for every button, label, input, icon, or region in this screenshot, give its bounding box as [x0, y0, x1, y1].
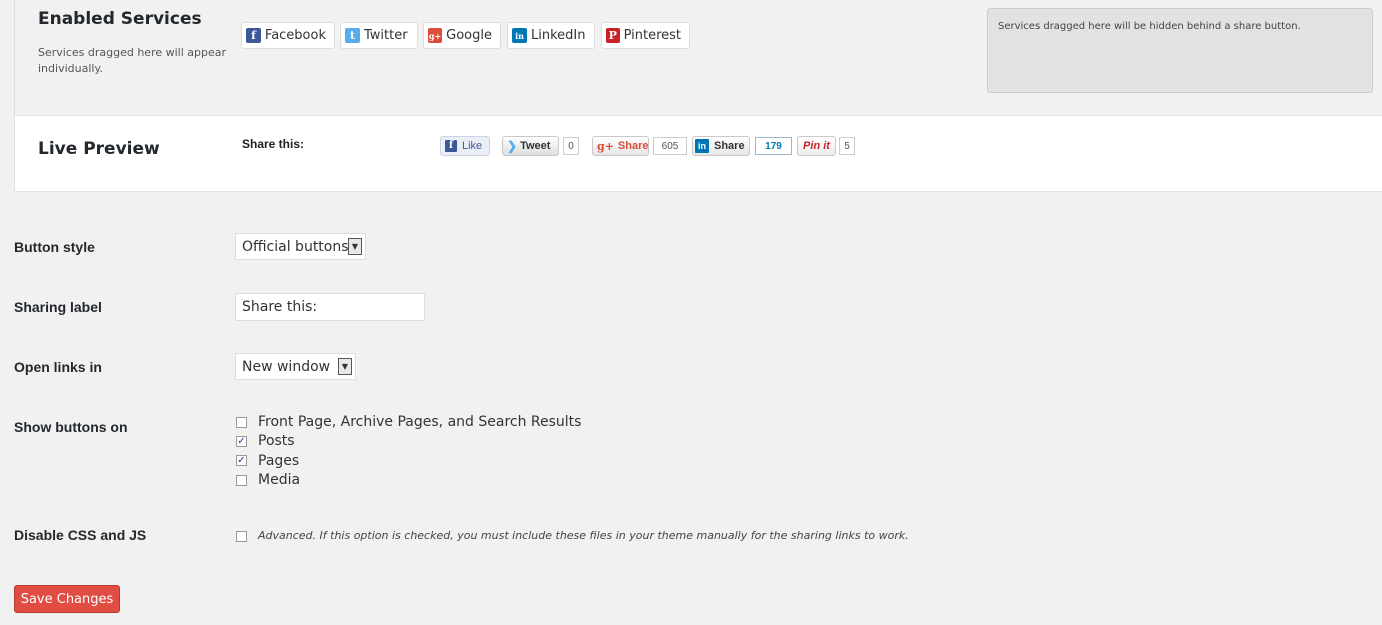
checkbox-posts-label: Posts — [258, 433, 295, 449]
button-style-label: Button style — [14, 239, 95, 255]
disable-css-label: Disable CSS and JS — [14, 527, 147, 543]
preview-linkedin-share-button[interactable]: in Share — [692, 136, 750, 156]
service-google[interactable]: g+ Google — [423, 22, 501, 49]
checkbox-front-page[interactable] — [236, 417, 247, 428]
twitter-icon: t — [345, 28, 360, 43]
checkbox-posts[interactable]: ✓ — [236, 436, 247, 447]
service-twitter[interactable]: t Twitter — [340, 22, 418, 49]
preview-gplus-share-button[interactable]: g+ Share — [592, 136, 649, 156]
twitter-icon: ❯ — [507, 139, 518, 153]
pinterest-icon: P — [606, 28, 620, 43]
live-preview-title: Live Preview — [38, 139, 160, 159]
checkbox-media-label: Media — [258, 472, 301, 488]
disable-css-note: Advanced. If this option is checked, you… — [258, 529, 909, 542]
hidden-services-dropzone[interactable]: Services dragged here will be hidden beh… — [987, 8, 1373, 93]
linkedin-count: 179 — [755, 137, 792, 155]
checkbox-pages[interactable]: ✓ — [236, 455, 247, 466]
checkbox-pages-label: Pages — [258, 453, 300, 469]
checkbox-front-page-label: Front Page, Archive Pages, and Search Re… — [258, 414, 582, 430]
show-buttons-label: Show buttons on — [14, 419, 128, 435]
enabled-services-description: Services dragged here will appear indivi… — [38, 46, 227, 75]
tweet-count: 0 — [563, 137, 579, 155]
service-label: LinkedIn — [531, 28, 586, 43]
service-label: Facebook — [264, 28, 326, 43]
pinterest-icon: Pin it — [803, 140, 830, 152]
google-plus-icon: g+ — [428, 28, 443, 43]
linkedin-icon: in — [695, 139, 709, 153]
pin-count: 5 — [839, 137, 855, 155]
service-facebook[interactable]: f Facebook — [241, 22, 335, 49]
facebook-icon: f — [246, 28, 261, 43]
preview-share-label: Share this: — [242, 137, 305, 151]
chevron-down-icon: ▼ — [338, 358, 352, 375]
preview-pinit-button[interactable]: Pin it — [797, 136, 836, 156]
gplus-count: 605 — [653, 137, 687, 155]
preview-fb-like-button[interactable]: f Like — [440, 136, 490, 156]
checkbox-media[interactable] — [236, 475, 247, 486]
open-links-select[interactable]: New window ▼ — [235, 353, 356, 380]
service-pinterest[interactable]: P Pinterest — [601, 22, 690, 49]
open-links-label: Open links in — [14, 359, 102, 375]
service-label: Google — [446, 28, 492, 43]
chevron-down-icon: ▼ — [348, 238, 362, 255]
service-label: Pinterest — [623, 28, 681, 43]
button-style-select[interactable]: Official buttons ▼ — [235, 233, 366, 260]
service-label: Twitter — [364, 28, 408, 43]
service-linkedin[interactable]: in LinkedIn — [507, 22, 595, 49]
sharing-label-label: Sharing label — [14, 299, 102, 315]
checkbox-disable-css[interactable] — [236, 531, 247, 542]
preview-tweet-button[interactable]: ❯ Tweet — [502, 136, 559, 156]
google-plus-icon: g+ — [597, 139, 614, 153]
save-changes-button[interactable]: Save Changes — [14, 585, 120, 613]
enabled-services-title: Enabled Services — [38, 9, 202, 29]
facebook-icon: f — [445, 140, 457, 152]
sharing-label-input[interactable] — [235, 293, 425, 321]
linkedin-icon: in — [512, 28, 527, 43]
